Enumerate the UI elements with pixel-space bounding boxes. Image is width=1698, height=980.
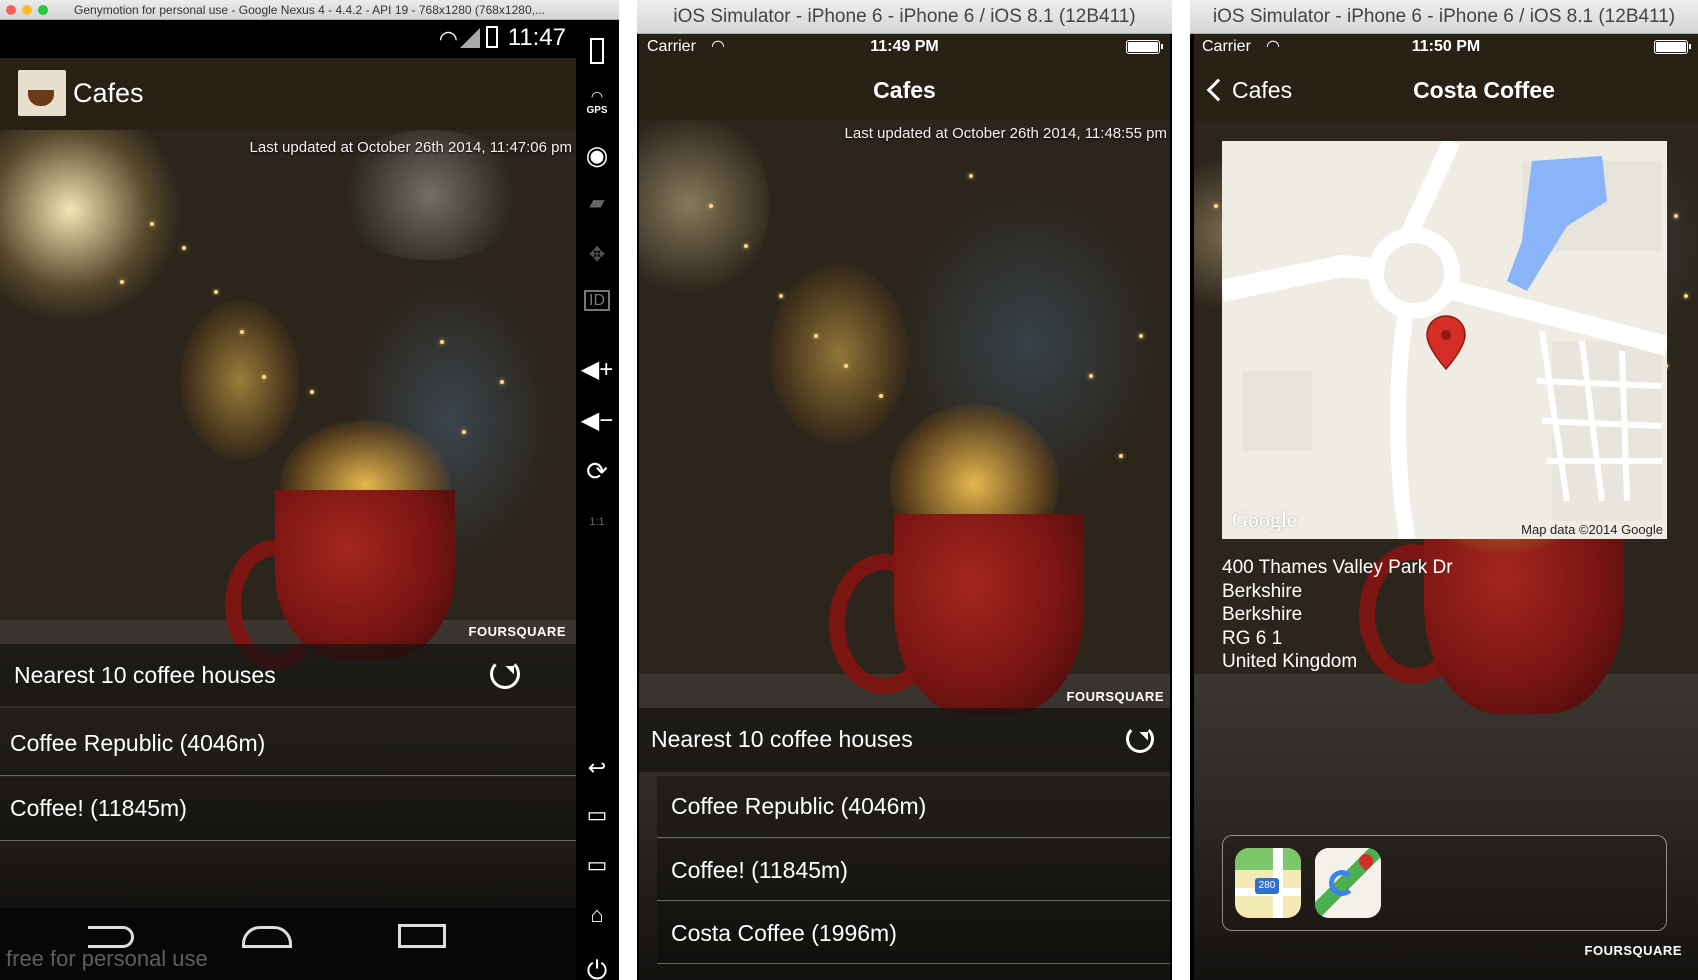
wifi-icon: ◠ (438, 26, 458, 51)
ios-status-bar: Carrier ◠ 11:50 PM (1194, 34, 1698, 60)
battery-widget-icon[interactable] (576, 38, 618, 70)
list-item[interactable]: Coffee Republic (4046m) (0, 708, 576, 776)
nav-title: Cafes (873, 77, 936, 103)
map-graphic (1222, 141, 1667, 539)
nav-title: Costa Coffee (1413, 77, 1555, 103)
webcam-widget-icon[interactable]: ◉ (576, 140, 618, 171)
genymotion-sidebar: ◠ GPS ◉ ▰ ✥ ID ◀+ ◀− ⟳ 1:1 ↩ ▭ ▭ ⌂ ⏻ (576, 20, 619, 980)
apple-maps-icon[interactable]: 280 (1235, 848, 1301, 918)
list-item[interactable]: Coffee! (11845m) (0, 777, 576, 841)
volume-down-icon[interactable]: ◀− (576, 406, 618, 435)
google-maps-icon[interactable] (1315, 848, 1381, 918)
android-status-bar: ◠ 11:47 (0, 20, 576, 58)
foursquare-logo: FOURSQUARE (468, 624, 566, 639)
signal-icon (460, 28, 480, 48)
window-titlebar: iOS Simulator - iPhone 6 - iPhone 6 / iO… (1190, 0, 1698, 34)
close-window-button[interactable] (6, 5, 16, 15)
power-icon[interactable]: ⏻ (576, 955, 618, 980)
android-screen: ◠ 11:47 Cafes Last updated at October 26… (0, 20, 576, 980)
address-block: 400 Thames Valley Park Dr Berkshire Berk… (1222, 556, 1453, 674)
gps-label: GPS (586, 105, 608, 116)
list-item-label: Coffee! (11845m) (10, 795, 187, 821)
window-controls (6, 5, 48, 15)
window-title: Genymotion for personal use - Google Nex… (74, 3, 545, 17)
open-in-apps-panel: 280 (1222, 835, 1667, 931)
list-item-label: Coffee! (11845m) (671, 857, 848, 883)
ios-simulator-window-list: iOS Simulator - iPhone 6 - iPhone 6 / iO… (637, 0, 1172, 980)
last-updated-text: Last updated at October 26th 2014, 11:48… (844, 125, 1167, 142)
address-line: Berkshire (1222, 580, 1303, 602)
section-header: Nearest 10 coffee houses (639, 708, 1170, 772)
list-item-label: Coffee Republic (4046m) (671, 793, 927, 819)
list-item[interactable]: Coffee Republic (4046m) (657, 776, 1170, 838)
minimize-window-button[interactable] (22, 5, 32, 15)
google-logo: Google (1232, 507, 1297, 532)
status-clock: 11:47 (507, 24, 566, 51)
address-line: 400 Thames Valley Park Dr (1222, 557, 1453, 578)
window-title: iOS Simulator - iPhone 6 - iPhone 6 / iO… (1212, 6, 1676, 27)
genymotion-window: Genymotion for personal use - Google Nex… (0, 0, 619, 980)
dpad-widget-icon[interactable]: ✥ (576, 242, 618, 267)
iphone-screen: Carrier ◠ 11:50 PM Cafes Costa Coffee Go… (1194, 34, 1698, 980)
ios-simulator-window-detail: iOS Simulator - iPhone 6 - iPhone 6 / iO… (1190, 0, 1698, 980)
action-bar-title: Cafes (73, 78, 144, 108)
back-icon[interactable]: ↩ (576, 755, 618, 781)
address-line: Berkshire (1222, 604, 1303, 625)
window-titlebar: Genymotion for personal use - Google Nex… (0, 0, 619, 20)
recent-apps-icon[interactable] (398, 924, 446, 948)
section-title: Nearest 10 coffee houses (14, 662, 276, 688)
battery-icon (1654, 40, 1691, 54)
map-attribution: Map data ©2014 Google (1521, 522, 1663, 537)
route-badge-label: 280 (1258, 880, 1276, 891)
rotate-icon[interactable]: ⟳ (576, 456, 618, 487)
status-time: 11:50 PM (1411, 38, 1481, 55)
list-item-label: Costa Coffee (1996m) (671, 920, 897, 946)
id-label: ID (584, 290, 610, 311)
status-time: 11:49 PM (870, 38, 939, 55)
battery-icon (1126, 40, 1163, 54)
action-bar: Cafes (0, 58, 576, 130)
recent-apps-icon[interactable]: ▭ (576, 802, 618, 828)
ios-status-bar: Carrier ◠ 11:49 PM (639, 34, 1170, 60)
scale-label: 1:1 (589, 516, 605, 528)
device-id-widget-icon[interactable]: ID (576, 288, 618, 311)
foursquare-logo: FOURSQUARE (1584, 943, 1682, 958)
zoom-window-button[interactable] (38, 5, 48, 15)
home-icon[interactable] (242, 926, 292, 948)
window-title: iOS Simulator - iPhone 6 - iPhone 6 / iO… (673, 6, 1136, 27)
list-item[interactable]: Coffee! (11845m) (657, 839, 1170, 901)
window-titlebar: iOS Simulator - iPhone 6 - iPhone 6 / iO… (637, 0, 1172, 34)
gps-widget-icon[interactable]: ◠ GPS (576, 88, 618, 116)
watermark-text: free for personal use (6, 946, 208, 971)
navigation-bar: Cafes Costa Coffee (1194, 60, 1698, 122)
home-icon[interactable]: ⌂ (576, 902, 618, 928)
route-badge: 280 (1255, 878, 1279, 894)
address-line: RG 6 1 (1222, 627, 1283, 649)
iphone-screen: Carrier ◠ 11:49 PM Cafes Last updated at… (639, 34, 1170, 980)
pixel-perfect-icon[interactable]: 1:1 (576, 516, 618, 528)
chevron-left-icon (1206, 78, 1230, 102)
section-title: Nearest 10 coffee houses (651, 726, 913, 752)
map-view[interactable]: Google Map data ©2014 Google (1222, 141, 1667, 539)
foursquare-logo: FOURSQUARE (1066, 689, 1164, 704)
address-line: United Kingdom (1222, 651, 1358, 672)
section-header: Nearest 10 coffee houses (0, 644, 576, 706)
battery-icon (486, 26, 498, 48)
coffee-app-icon[interactable] (18, 70, 66, 116)
android-nav-bar: free for personal use (0, 908, 576, 980)
volume-up-icon[interactable]: ◀+ (576, 355, 618, 384)
refresh-icon[interactable] (1126, 725, 1154, 753)
refresh-icon[interactable] (490, 659, 520, 689)
list-item[interactable]: Costa Coffee (1996m) (657, 902, 1170, 964)
list-item-label: Coffee Republic (4046m) (10, 730, 266, 756)
back-icon[interactable] (88, 926, 134, 948)
menu-icon[interactable]: ▭ (576, 852, 618, 878)
capture-widget-icon[interactable]: ▰ (576, 190, 618, 215)
last-updated-text: Last updated at October 26th 2014, 11:47… (249, 139, 572, 156)
navigation-bar: Cafes (639, 60, 1170, 120)
